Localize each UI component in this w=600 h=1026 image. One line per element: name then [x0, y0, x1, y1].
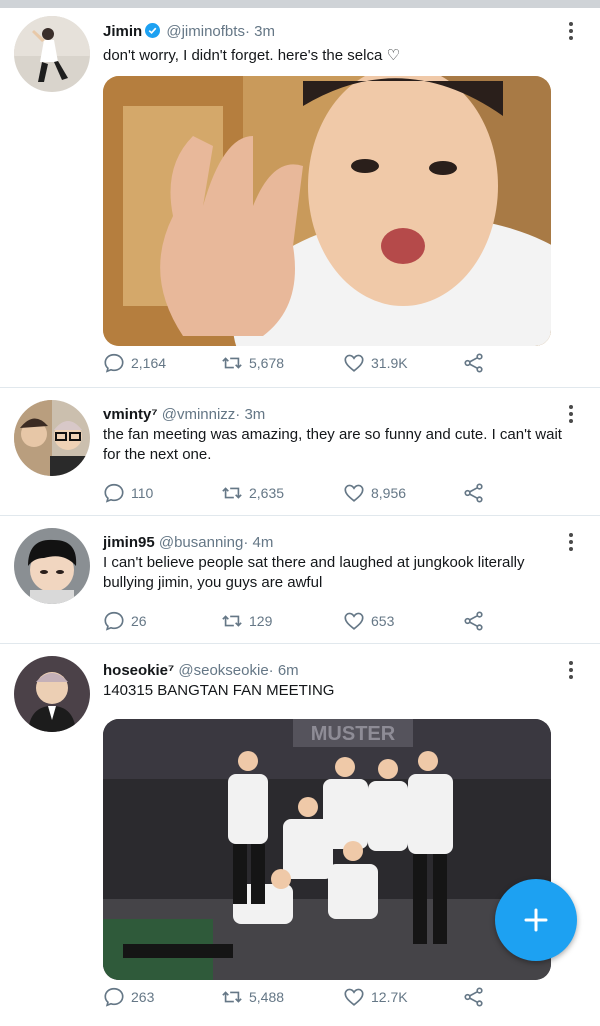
reply-button[interactable]: 2,164 — [103, 351, 166, 375]
tweet[interactable]: hoseokie⁷ @seokseokie· 6m 140315 BANGTAN… — [0, 644, 600, 1026]
retweet-icon — [222, 991, 242, 1003]
retweet-icon — [222, 615, 242, 627]
more-vertical-icon[interactable] — [568, 405, 574, 427]
share-icon — [464, 987, 483, 1007]
share-button[interactable] — [463, 351, 491, 375]
display-name[interactable]: Jimin — [103, 23, 142, 40]
reply-count: 2,164 — [131, 355, 167, 371]
tweet-actions: 2,164 5,678 31.9K — [103, 351, 503, 375]
tweet[interactable]: vminty⁷ @vminnizz· 3m the fan meeting wa… — [0, 388, 600, 516]
share-icon — [464, 483, 483, 503]
separator-dot: · — [243, 534, 249, 551]
tweet-header: Jimin @jiminofbts· 3m — [103, 23, 275, 41]
timeline-feed: Jimin @jiminofbts· 3m don't worry, I did… — [0, 8, 600, 1026]
retweet-button[interactable]: 5,678 — [221, 351, 284, 375]
like-count: 31.9K — [371, 355, 408, 371]
top-status-strip — [0, 0, 600, 8]
display-name[interactable]: hoseokie⁷ — [103, 662, 174, 679]
tweet-actions: 263 5,488 12.7K — [103, 985, 503, 1009]
tweet-photo[interactable] — [103, 76, 551, 346]
separator-dot: · — [268, 662, 274, 679]
tweet[interactable]: jimin95 @busanning· 4m I can't believe p… — [0, 516, 600, 644]
tweet-text: the fan meeting was amazing, they are so… — [103, 426, 562, 463]
like-count: 12.7K — [371, 989, 408, 1005]
reply-button[interactable]: 263 — [103, 985, 154, 1009]
user-handle[interactable]: @vminnizz — [162, 406, 236, 423]
user-handle[interactable]: @busanning — [159, 534, 243, 551]
banner-text: MUSTER — [311, 723, 396, 745]
heart-icon — [344, 484, 364, 502]
share-button[interactable] — [463, 985, 491, 1009]
plus-icon — [524, 908, 548, 932]
reply-icon — [104, 987, 124, 1007]
like-count: 653 — [371, 613, 395, 629]
tweet[interactable]: Jimin @jiminofbts· 3m don't worry, I did… — [0, 8, 600, 388]
retweet-count: 129 — [249, 613, 273, 629]
timestamp[interactable]: 4m — [253, 534, 274, 551]
tweet-header: jimin95 @busanning· 4m — [103, 534, 273, 552]
reply-icon — [104, 611, 124, 631]
retweet-button[interactable]: 129 — [221, 609, 272, 633]
tweet-actions: 26 129 653 — [103, 609, 503, 633]
more-vertical-icon[interactable] — [568, 661, 574, 683]
timestamp[interactable]: 3m — [254, 23, 275, 40]
tweet-header: vminty⁷ @vminnizz· 3m — [103, 406, 265, 424]
more-vertical-icon[interactable] — [568, 22, 574, 44]
share-icon — [464, 353, 483, 373]
retweet-count: 5,488 — [249, 989, 285, 1005]
reply-button[interactable]: 26 — [103, 609, 147, 633]
retweet-button[interactable]: 5,488 — [221, 985, 284, 1009]
tweet-text: 140315 BANGTAN FAN MEETING — [103, 682, 335, 699]
reply-count: 263 — [131, 989, 155, 1005]
timestamp[interactable]: 3m — [244, 406, 265, 423]
like-count: 8,956 — [371, 485, 407, 501]
tweet-photo[interactable]: MUSTER — [103, 719, 551, 980]
heart-icon — [344, 612, 364, 630]
retweet-count: 2,635 — [249, 485, 285, 501]
reply-button[interactable]: 110 — [103, 481, 153, 505]
reply-icon — [104, 353, 124, 373]
reply-count: 110 — [131, 485, 154, 501]
verified-badge-icon — [145, 23, 161, 38]
like-button[interactable]: 653 — [343, 609, 394, 633]
retweet-button[interactable]: 2,635 — [221, 481, 284, 505]
separator-dot: · — [235, 406, 241, 423]
avatar[interactable] — [14, 400, 90, 476]
retweet-icon — [222, 357, 242, 369]
user-handle[interactable]: @seokseokie — [178, 662, 268, 679]
avatar[interactable] — [14, 528, 90, 604]
share-button[interactable] — [463, 609, 491, 633]
user-handle[interactable]: @jiminofbts — [166, 23, 245, 40]
display-name[interactable]: jimin95 — [103, 534, 155, 551]
share-button[interactable] — [463, 481, 491, 505]
share-icon — [464, 611, 483, 631]
avatar[interactable] — [14, 16, 90, 92]
reply-icon — [104, 483, 124, 503]
retweet-count: 5,678 — [249, 355, 285, 371]
avatar[interactable] — [14, 656, 90, 732]
like-button[interactable]: 31.9K — [343, 351, 408, 375]
tweet-text: don't worry, I didn't forget. here's the… — [103, 47, 400, 64]
timestamp[interactable]: 6m — [278, 662, 299, 679]
like-button[interactable]: 8,956 — [343, 481, 406, 505]
more-vertical-icon[interactable] — [568, 533, 574, 555]
like-button[interactable]: 12.7K — [343, 985, 408, 1009]
retweet-icon — [222, 487, 242, 499]
tweet-header: hoseokie⁷ @seokseokie· 6m — [103, 662, 299, 680]
heart-icon — [344, 354, 364, 372]
tweet-actions: 110 2,635 8,956 — [103, 481, 503, 505]
display-name[interactable]: vminty⁷ — [103, 406, 158, 423]
tweet-text: I can't believe people sat there and lau… — [103, 554, 525, 591]
reply-count: 26 — [131, 613, 147, 629]
compose-tweet-button[interactable] — [495, 879, 577, 961]
separator-dot: · — [244, 23, 250, 40]
heart-icon — [344, 988, 364, 1006]
